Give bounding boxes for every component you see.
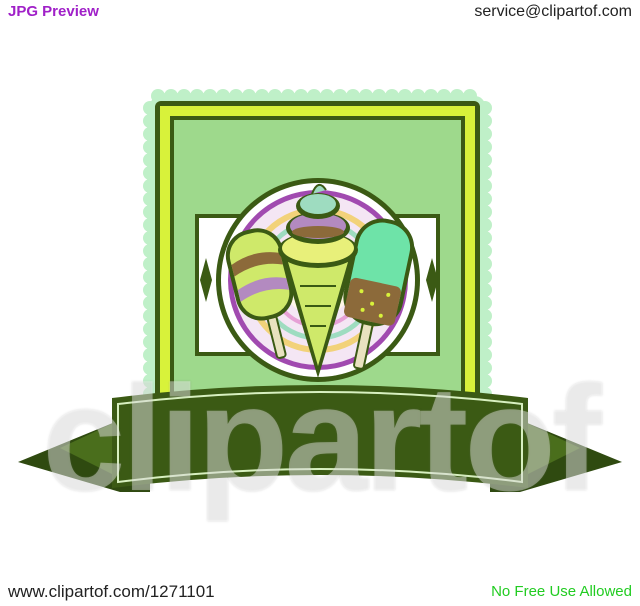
scallop-bump (143, 361, 157, 375)
scallop-bump (143, 205, 157, 219)
license-note: No Free Use Allowed (491, 583, 632, 600)
scallop-bump (143, 374, 157, 388)
scallop-bump (359, 89, 373, 103)
scallop-bump (143, 322, 157, 336)
scallop-bump (478, 374, 492, 388)
scallop-bump (143, 348, 157, 362)
scallop-bump (478, 218, 492, 232)
scallop-bump (478, 348, 492, 362)
scallop-bump (346, 89, 360, 103)
scallop-bump (143, 296, 157, 310)
scallop-bump (190, 89, 204, 103)
scallop-bump (143, 101, 157, 115)
scallop-bump (478, 361, 492, 375)
scallop-bump (143, 153, 157, 167)
ribbon-banner-icon (18, 385, 622, 492)
scallop-bump (478, 270, 492, 284)
scallop-bump (437, 89, 451, 103)
scallop-bump (177, 89, 191, 103)
scallop-bump (268, 89, 282, 103)
scallop-bump (143, 335, 157, 349)
scallop-bump (463, 89, 477, 103)
scallop-bump (372, 89, 386, 103)
site-url[interactable]: www.clipartof.com/1271101 (8, 582, 215, 602)
scallop-bump (143, 283, 157, 297)
scallop-bump (478, 153, 492, 167)
scallop-bump (478, 322, 492, 336)
scallop-bump (143, 114, 157, 128)
scallop-bump (478, 140, 492, 154)
scallop-bump (450, 89, 464, 103)
scallop-bump (143, 244, 157, 258)
scallop-bump (281, 89, 295, 103)
scallop-bump (398, 89, 412, 103)
scallop-bump (143, 218, 157, 232)
scallop-bump (143, 179, 157, 193)
ice-cream-shield-illustration (18, 89, 622, 492)
scallop-bump (478, 231, 492, 245)
scallop-bump (478, 244, 492, 258)
scallop-bump (143, 309, 157, 323)
scallop-bump (411, 89, 425, 103)
scallop-bump (333, 89, 347, 103)
scallop-bump (478, 257, 492, 271)
scallop-bump (478, 127, 492, 141)
scallop-bump (478, 114, 492, 128)
scallop-bump (143, 231, 157, 245)
scallop-bump (424, 89, 438, 103)
scallop-bump (143, 140, 157, 154)
scallop-bump (229, 89, 243, 103)
scallop-bump (143, 192, 157, 206)
scallop-bump (307, 89, 321, 103)
scallop-bump (478, 101, 492, 115)
scallop-bump (478, 192, 492, 206)
scallop-bump (320, 89, 334, 103)
scallop-bump (143, 257, 157, 271)
scallop-bump (242, 89, 256, 103)
scallop-bump (478, 179, 492, 193)
scallop-bump (478, 283, 492, 297)
scallop-bump (255, 89, 269, 103)
scallop-bump (478, 309, 492, 323)
scallop-bump (143, 166, 157, 180)
scallop-bump (164, 89, 178, 103)
scallop-bump (203, 89, 217, 103)
scallop-bump (478, 296, 492, 310)
scallop-bump (216, 89, 230, 103)
scallop-bump (294, 89, 308, 103)
scallop-bump (385, 89, 399, 103)
scallop-bump (143, 127, 157, 141)
scallop-bump (478, 205, 492, 219)
scallop-bump (143, 270, 157, 284)
scallop-bump (478, 166, 492, 180)
scallop-bump (478, 335, 492, 349)
scallop-bump (151, 89, 165, 103)
